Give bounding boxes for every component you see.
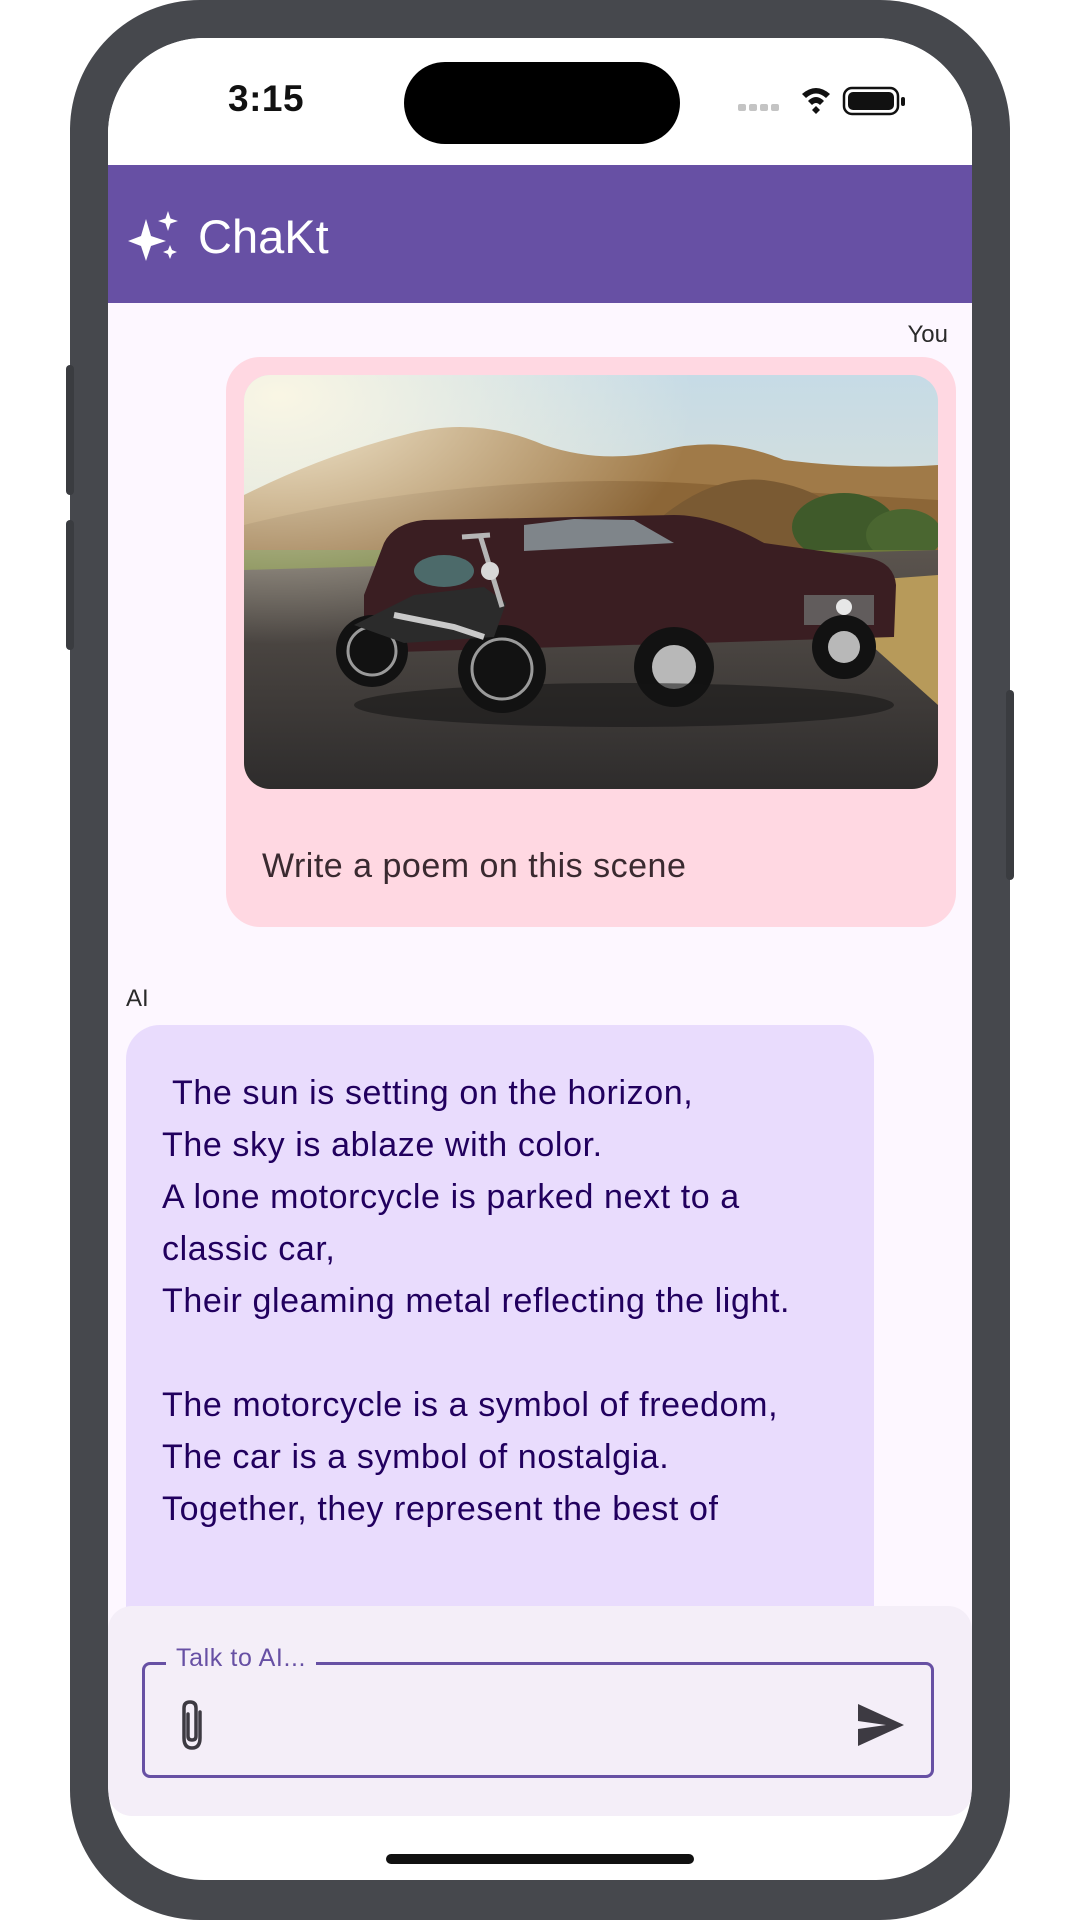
input-area: Talk to AI...	[108, 1606, 972, 1816]
app-bar: ChaKt	[108, 165, 972, 303]
photo-scene	[244, 375, 938, 789]
volume-button	[66, 520, 74, 650]
status-bar: 3:15	[108, 38, 972, 165]
action-button	[66, 365, 74, 495]
message-input-label: Talk to AI...	[166, 1644, 317, 1673]
sparkle-icon	[128, 211, 178, 261]
signal-icon	[738, 104, 779, 111]
ai-message-text: The sun is setting on the horizon, The s…	[162, 1074, 791, 1528]
chat-list[interactable]: You Write a poem on this scene AI The su…	[108, 303, 972, 1643]
status-icons	[738, 86, 905, 116]
home-indicator[interactable]	[386, 1854, 694, 1864]
status-time: 3:15	[228, 78, 305, 119]
power-button	[1006, 690, 1014, 880]
message-sender-ai: AI	[126, 985, 149, 1012]
attached-photo[interactable]	[244, 375, 938, 789]
message-input[interactable]	[142, 1662, 934, 1778]
send-icon[interactable]	[856, 1702, 906, 1748]
wifi-icon	[802, 88, 830, 114]
dynamic-island	[404, 62, 680, 144]
paperclip-icon[interactable]	[172, 1698, 212, 1752]
battery-icon	[842, 86, 905, 116]
message-sender-you: You	[907, 321, 949, 348]
app-title: ChaKt	[198, 210, 329, 263]
screen: 3:15 ChaKt You Write a poem on this scen…	[108, 38, 972, 1880]
ai-message-bubble: The sun is setting on the horizon, The s…	[126, 1025, 874, 1643]
user-message-text: Write a poem on this scene	[262, 847, 687, 885]
user-message-bubble: Write a poem on this scene	[226, 357, 956, 927]
